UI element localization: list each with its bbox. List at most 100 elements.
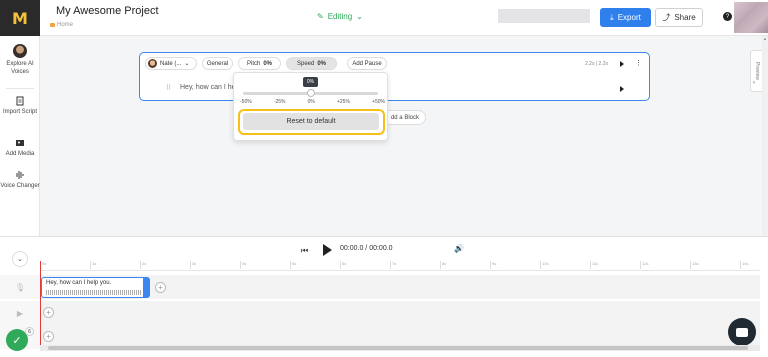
check-icon: ✓ [12, 334, 22, 347]
user-avatar[interactable] [734, 2, 768, 33]
sidebar-item-add-media[interactable]: Add Media [0, 138, 40, 158]
chat-icon [736, 327, 748, 337]
add-pause-button[interactable]: Add Pause [347, 57, 387, 70]
voice-selector[interactable]: Nate (... ⌄ [145, 57, 197, 70]
speed-control[interactable]: Speed 0% [286, 57, 337, 70]
style-selector[interactable]: General [202, 57, 233, 70]
tick-label: +50% [372, 99, 385, 105]
sidebar-item-label: Voice Changer [0, 183, 40, 189]
export-label: Export [617, 13, 641, 22]
more-options-icon[interactable]: ⋮ [635, 59, 642, 67]
ruler-tick: 10s [540, 261, 548, 269]
app-logo[interactable]: M [0, 0, 40, 36]
horizontal-scrollbar[interactable] [40, 345, 760, 351]
sidebar-item-label: Import Script [2, 109, 37, 115]
sidebar-item-label: Add Media [5, 151, 35, 157]
reset-to-default-button[interactable]: Reset to default [243, 113, 379, 130]
pitch-value: 0% [263, 60, 272, 67]
ruler-tick: 9s [490, 261, 496, 269]
chat-button[interactable] [728, 318, 756, 346]
line-play-icon[interactable] [620, 86, 624, 92]
import-icon [16, 96, 24, 106]
add-media-track-icon[interactable]: + [43, 307, 54, 318]
block-text[interactable]: Hey, how can I he [180, 84, 236, 91]
editing-status-dropdown[interactable]: ✎ Editing ⌄ [317, 12, 363, 21]
speed-label: Speed [296, 60, 315, 67]
waveform [46, 290, 141, 295]
sidebar-item-explore-voices[interactable]: Explore AI Voices [0, 44, 40, 76]
app-root: M My Awesome Project Home ✎ Editing ⌄ ⤓ … [0, 0, 768, 357]
video-camera-icon: ▶ [0, 301, 40, 325]
speed-slider-handle[interactable] [307, 89, 315, 97]
timeline-panel: ⏮ 00:00.0 / 00:00.0 🔊 ⌄ 0s 1s 2s 3s 4s 5… [0, 236, 768, 357]
tick-label: -25% [273, 99, 286, 105]
microphone-icon: 🎙 [0, 275, 40, 299]
ruler-tick: 6s [340, 261, 346, 269]
add-track-icon[interactable]: + [43, 331, 54, 342]
volume-icon[interactable]: 🔊 [454, 244, 464, 253]
download-icon: ⤓ [610, 12, 614, 22]
chevron-left-icon[interactable]: ‹ [753, 80, 755, 86]
scroll-up-icon[interactable]: ▲ [763, 36, 767, 41]
pitch-control[interactable]: Pitch 0% [238, 57, 281, 70]
voice-avatar-icon [13, 44, 27, 58]
scrollbar-thumb[interactable] [48, 346, 748, 350]
skip-back-icon[interactable]: ⏮ [301, 246, 308, 256]
tick-label: +25% [336, 99, 350, 105]
editing-label: Editing [327, 12, 353, 21]
ruler-tick: 1s [90, 261, 96, 269]
ruler-tick: 12s [640, 261, 648, 269]
breadcrumb-home[interactable]: Home [57, 22, 73, 28]
block-duration: 2.2s | 2.2s [585, 61, 608, 67]
timecode: 00:00.0 / 00:00.0 [340, 245, 393, 252]
share-label: Share [674, 13, 696, 22]
add-clip-icon[interactable]: + [155, 282, 166, 293]
block-play-icon[interactable] [620, 61, 624, 67]
vertical-scrollbar[interactable]: ▲ [762, 36, 768, 236]
voice-avatar [148, 59, 157, 68]
left-sidebar: Explore AI Voices Import Script Add Medi… [0, 36, 40, 236]
tick-label: 0% [307, 99, 315, 105]
sidebar-divider [6, 88, 34, 89]
preview-label: Preview [754, 62, 761, 80]
pencil-icon: ✎ [317, 12, 324, 21]
ruler-tick: 4s [240, 261, 246, 269]
logo-mark: M [12, 8, 28, 28]
sidebar-item-voice-changer[interactable]: Voice Changer [0, 170, 40, 190]
share-button[interactable]: ⤴ Share [655, 8, 703, 27]
style-label: General [206, 60, 229, 67]
video-track-row: ▶ [0, 301, 760, 325]
checklist-badge: 6 [25, 327, 34, 336]
audio-clip[interactable]: Hey, how can I help you. [41, 277, 150, 298]
sidebar-item-label: Explore AI Voices [6, 61, 34, 75]
export-button[interactable]: ⤓ Export [600, 8, 651, 27]
video-track-lane[interactable] [40, 301, 760, 325]
collapse-timeline-button[interactable]: ⌄ [12, 251, 28, 267]
ruler-tick: 13s [690, 261, 698, 269]
clip-resize-handle[interactable] [143, 278, 149, 297]
clip-text: Hey, how can I help you. [46, 280, 112, 286]
top-bar: M My Awesome Project Home ✎ Editing ⌄ ⤓ … [0, 0, 768, 36]
ruler-tick: 7s [390, 261, 396, 269]
ruler-tick: 14s [740, 261, 748, 269]
tick-label: -50% [240, 99, 252, 105]
playhead[interactable] [40, 261, 41, 351]
speed-popover: 0% -50% -25% 0% +25% +50% Reset to defau… [233, 72, 388, 141]
breadcrumb[interactable]: Home [50, 22, 73, 28]
voice-changer-icon [16, 171, 24, 179]
help-icon[interactable]: ? [723, 12, 732, 21]
media-icon [16, 140, 24, 146]
ruler-tick: 2s [140, 261, 146, 269]
play-icon[interactable] [323, 244, 332, 256]
sidebar-item-import-script[interactable]: Import Script [0, 96, 40, 116]
script-block[interactable]: Nate (... ⌄ General Pitch 0% Speed 0% Ad… [139, 52, 650, 101]
drag-handle-icon[interactable]: ⠿ [166, 84, 171, 92]
time-ruler[interactable]: 0s 1s 2s 3s 4s 5s 6s 7s 8s 9s 10s 11s 12… [40, 261, 760, 271]
ruler-tick: 11s [590, 261, 598, 269]
project-title[interactable]: My Awesome Project [56, 5, 159, 17]
speed-value: 0% [317, 60, 327, 67]
voice-name: Nate (... [160, 60, 182, 67]
blurred-region [498, 9, 590, 23]
slider-ticks: -50% -25% 0% +25% +50% [240, 99, 385, 105]
folder-icon [50, 23, 55, 27]
